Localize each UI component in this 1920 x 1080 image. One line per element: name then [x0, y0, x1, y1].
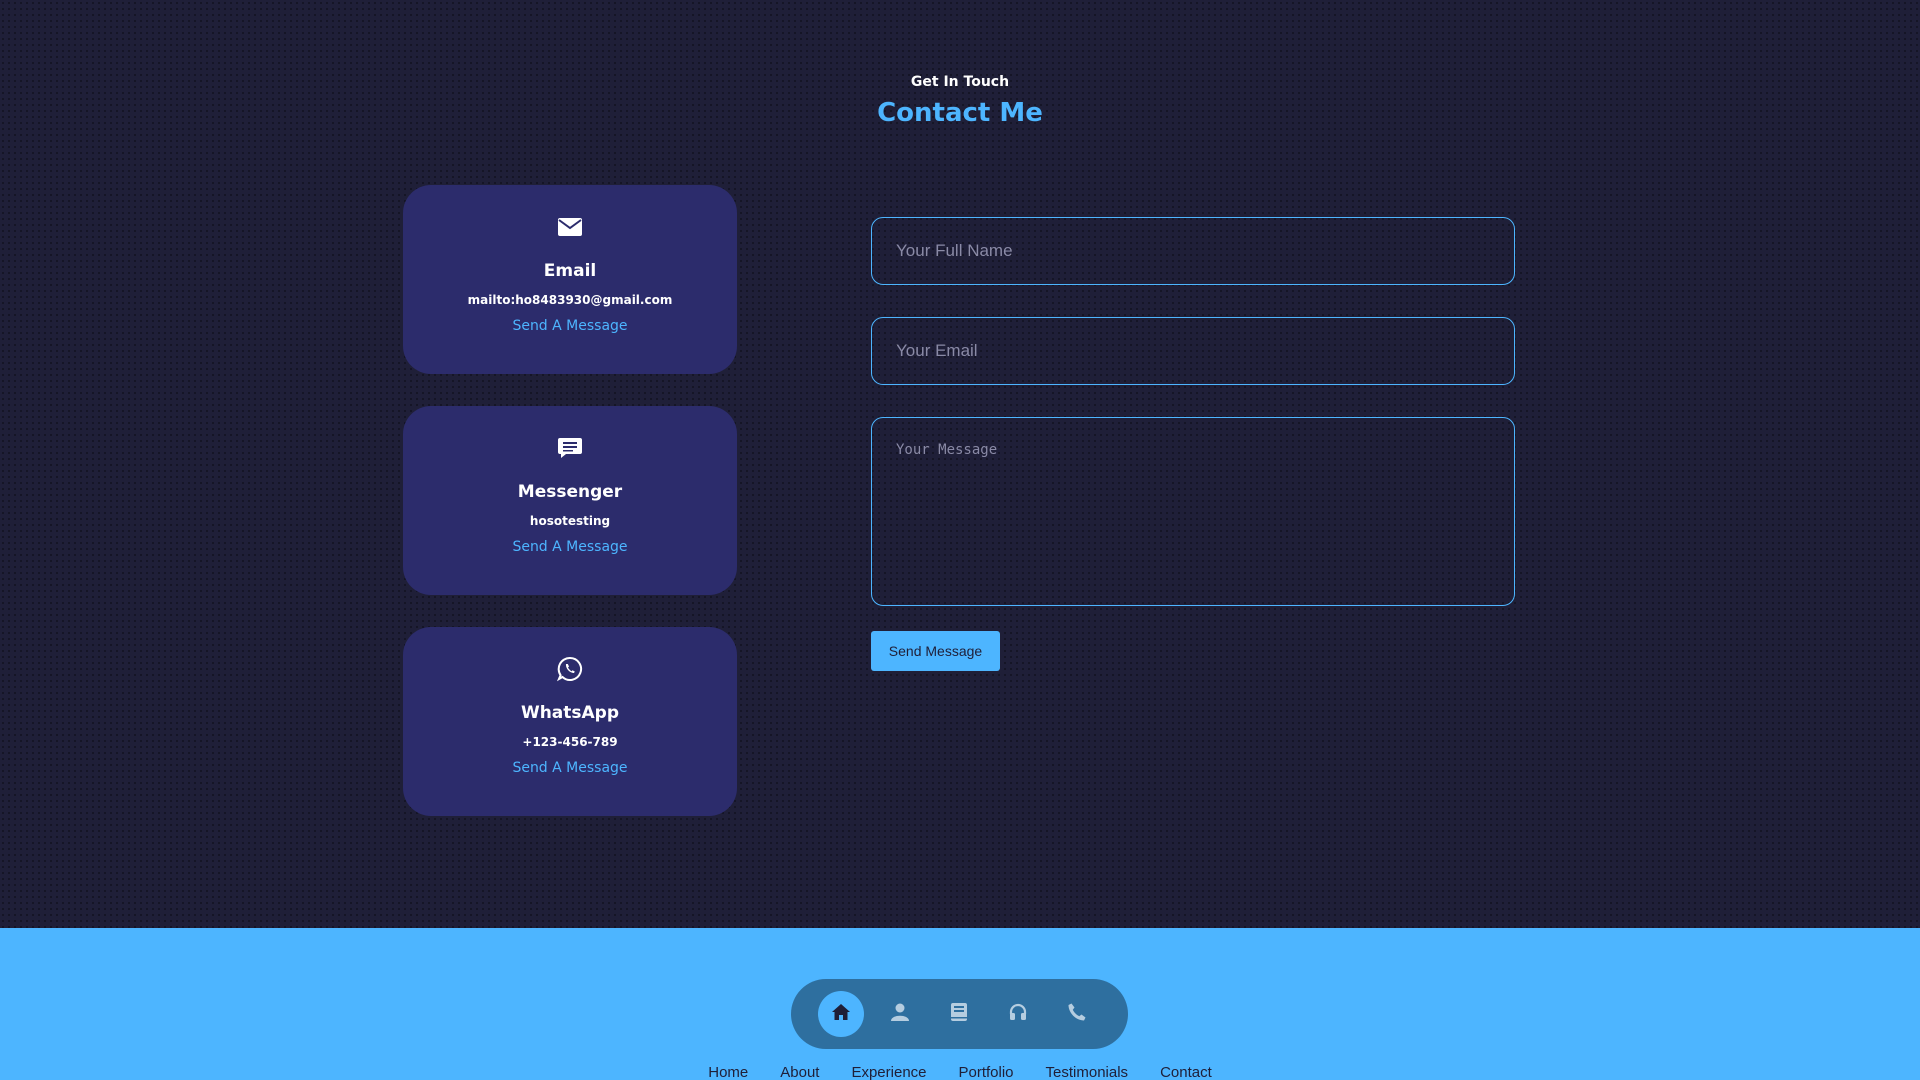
section-title: Contact Me — [877, 98, 1043, 128]
send-message-button[interactable]: Send Message — [871, 631, 1000, 671]
nav-contact[interactable] — [1054, 991, 1100, 1037]
section-subtitle: Get In Touch — [910, 74, 1010, 90]
whatsapp-card-number: +123-456-789 — [522, 735, 618, 749]
footer-link-about[interactable]: About — [780, 1064, 819, 1080]
user-icon — [891, 1003, 909, 1025]
footer-link-portfolio[interactable]: Portfolio — [959, 1064, 1014, 1080]
headphones-icon — [1009, 1003, 1027, 1025]
messenger-card: Messenger hosotesting Send A Message — [403, 406, 737, 595]
message-icon — [403, 436, 737, 460]
messenger-card-title: Messenger — [517, 482, 623, 502]
email-card: Email mailto:ho8483930@gmail.com Send A … — [403, 185, 737, 374]
whatsapp-icon — [403, 656, 737, 682]
footer-links: Home About Experience Portfolio Testimon… — [0, 1064, 1920, 1080]
phone-icon — [1068, 1003, 1086, 1025]
footer-link-experience[interactable]: Experience — [851, 1064, 926, 1080]
email-send-link[interactable]: Send A Message — [403, 318, 737, 334]
email-card-title: Email — [543, 261, 597, 281]
footer-link-home[interactable]: Home — [708, 1064, 748, 1080]
email-input[interactable] — [871, 317, 1515, 385]
footer-link-contact[interactable]: Contact — [1160, 1064, 1212, 1080]
nav-about[interactable] — [877, 991, 923, 1037]
whatsapp-card: WhatsApp +123-456-789 Send A Message — [403, 627, 737, 816]
message-textarea[interactable] — [871, 417, 1515, 606]
email-card-address: mailto:ho8483930@gmail.com — [467, 293, 673, 307]
footer-link-testimonials[interactable]: Testimonials — [1046, 1064, 1129, 1080]
messenger-card-username: hosotesting — [529, 514, 611, 528]
nav-experience[interactable] — [936, 991, 982, 1037]
full-name-input[interactable] — [871, 217, 1515, 285]
footer: Home About Experience Portfolio Testimon… — [0, 928, 1920, 1080]
nav-home[interactable] — [818, 991, 864, 1037]
nav-portfolio[interactable] — [995, 991, 1041, 1037]
home-icon — [832, 1004, 850, 1024]
whatsapp-send-link[interactable]: Send A Message — [403, 760, 737, 776]
envelope-icon — [403, 215, 737, 239]
messenger-send-link[interactable]: Send A Message — [403, 539, 737, 555]
bottom-nav — [791, 979, 1128, 1049]
book-icon — [951, 1003, 967, 1025]
whatsapp-card-title: WhatsApp — [520, 703, 620, 723]
